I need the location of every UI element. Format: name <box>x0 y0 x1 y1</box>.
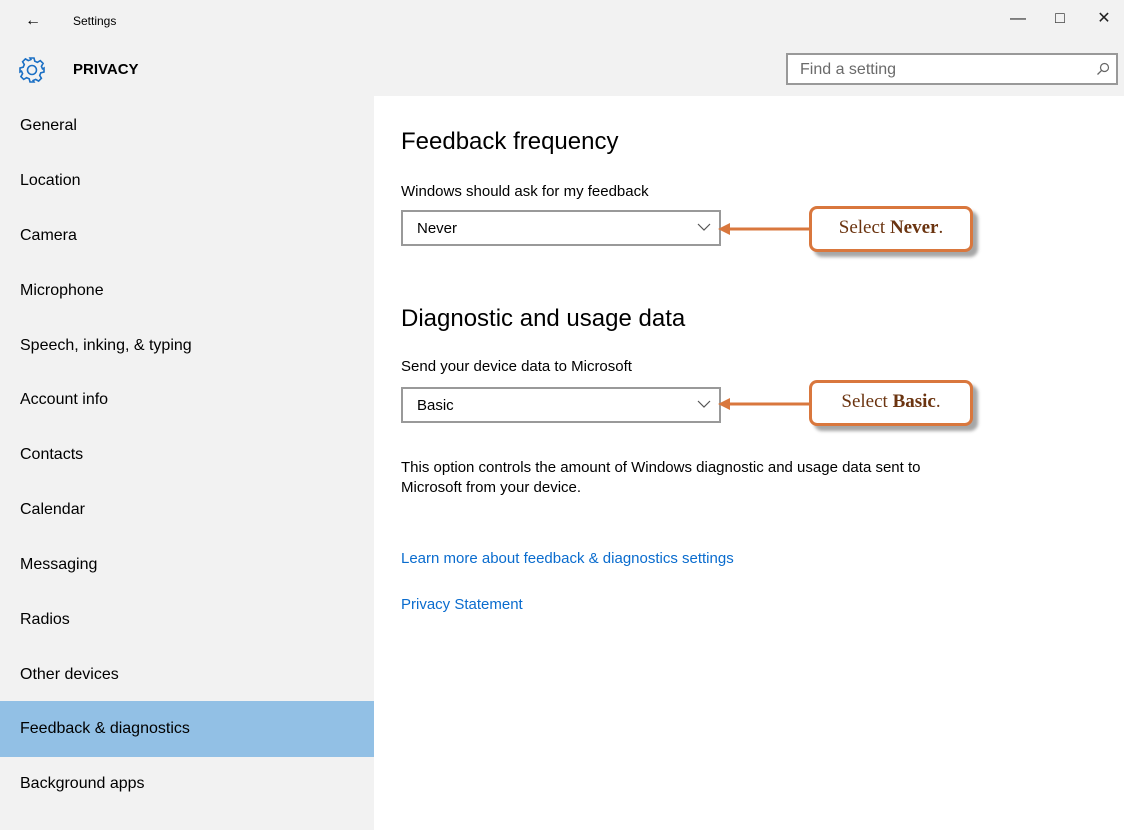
feedback-frequency-dropdown[interactable]: Never <box>401 210 721 246</box>
feedback-frequency-label: Windows should ask for my feedback <box>401 183 649 200</box>
sidebar-item-account-info[interactable]: Account info <box>0 378 374 422</box>
close-button[interactable]: ✕ <box>1084 4 1124 34</box>
callout-never-bold: Never <box>889 217 939 238</box>
chevron-down-icon <box>697 400 711 408</box>
back-arrow-icon: ← <box>25 12 41 29</box>
sidebar-item-feedback-diagnostics[interactable]: Feedback & diagnostics <box>0 701 374 757</box>
callout-basic-suffix: . <box>935 391 941 412</box>
sidebar: General Location Camera Microphone Speec… <box>0 96 374 830</box>
callout-select-never: Select Never. <box>809 206 973 252</box>
sidebar-item-general[interactable]: General <box>0 104 374 148</box>
search-icon[interactable] <box>1096 62 1110 76</box>
callout-select-basic: Select Basic. <box>809 380 973 426</box>
window-title: Settings <box>73 14 117 28</box>
page-header: PRIVACY <box>0 44 1124 96</box>
close-icon: ✕ <box>1097 10 1111 27</box>
minimize-button[interactable]: — <box>998 4 1038 34</box>
sidebar-item-messaging[interactable]: Messaging <box>0 543 374 587</box>
callout-never-suffix: . <box>938 217 944 238</box>
sidebar-item-other-devices[interactable]: Other devices <box>0 653 374 697</box>
maximize-icon: □ <box>1055 10 1065 27</box>
diagnostic-usage-dropdown[interactable]: Basic <box>401 387 721 423</box>
gear-icon <box>19 57 45 83</box>
sidebar-item-background-apps[interactable]: Background apps <box>0 762 374 806</box>
learn-more-link[interactable]: Learn more about feedback & diagnostics … <box>401 550 734 567</box>
minimize-icon: — <box>1010 10 1026 27</box>
sidebar-item-speech[interactable]: Speech, inking, & typing <box>0 324 374 368</box>
diagnostic-description: This option controls the amount of Windo… <box>401 459 921 496</box>
feedback-frequency-heading: Feedback frequency <box>401 128 619 155</box>
callout-basic-prefix: Select <box>841 391 893 412</box>
title-bar: ← Settings — □ ✕ <box>0 0 1124 44</box>
page-title: PRIVACY <box>73 61 139 78</box>
sidebar-item-microphone[interactable]: Microphone <box>0 269 374 313</box>
sidebar-item-camera[interactable]: Camera <box>0 214 374 258</box>
search-input[interactable] <box>800 60 1080 80</box>
feedback-frequency-value: Never <box>417 220 458 237</box>
chevron-down-icon <box>697 223 711 231</box>
sidebar-item-radios[interactable]: Radios <box>0 598 374 642</box>
callout-arrow-never <box>718 223 810 235</box>
callout-arrow-basic <box>718 398 810 410</box>
diagnostic-usage-label: Send your device data to Microsoft <box>401 358 632 375</box>
sidebar-item-calendar[interactable]: Calendar <box>0 488 374 532</box>
maximize-button[interactable]: □ <box>1040 4 1080 34</box>
callout-never-prefix: Select <box>838 217 890 238</box>
sidebar-item-location[interactable]: Location <box>0 159 374 203</box>
sidebar-item-contacts[interactable]: Contacts <box>0 433 374 477</box>
diagnostic-usage-value: Basic <box>417 397 454 414</box>
main-content: Feedback frequency Windows should ask fo… <box>374 96 1124 830</box>
diagnostic-usage-heading: Diagnostic and usage data <box>401 305 686 332</box>
search-box[interactable] <box>786 53 1118 85</box>
callout-basic-bold: Basic <box>892 391 936 412</box>
back-button[interactable]: ← <box>20 8 46 34</box>
privacy-statement-link[interactable]: Privacy Statement <box>401 596 523 613</box>
